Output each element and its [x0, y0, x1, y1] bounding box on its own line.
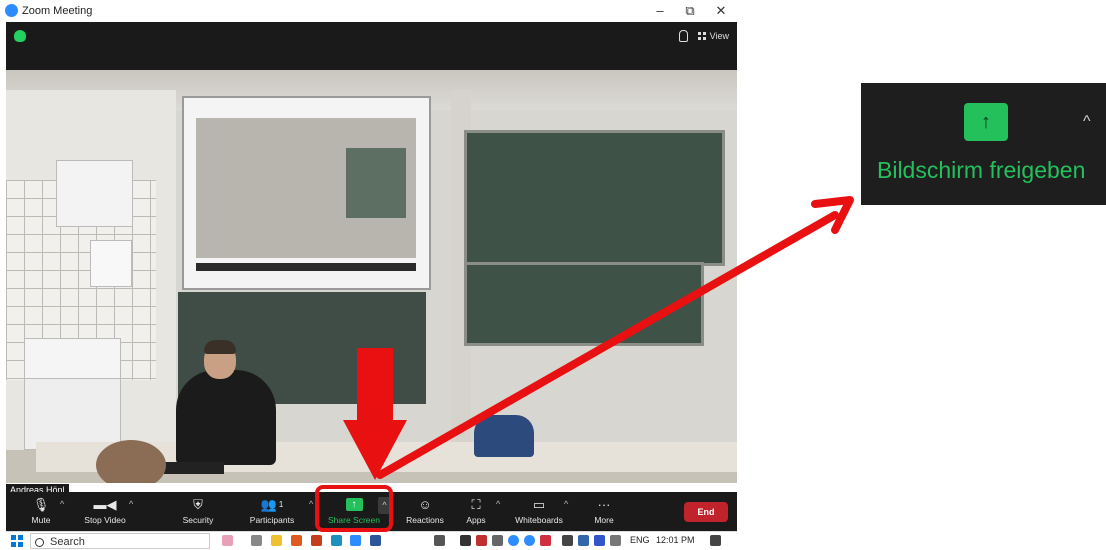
callout-share-arrow-icon: ↑	[964, 103, 1008, 141]
callout-chevron-up-icon: ^	[1083, 113, 1091, 130]
share-screen-zoom-callout: ↑ ^ Bildschirm freigeben	[861, 83, 1106, 205]
diagonal-arrow-line	[376, 211, 839, 479]
callout-share-label: Bildschirm freigeben	[877, 157, 1086, 183]
